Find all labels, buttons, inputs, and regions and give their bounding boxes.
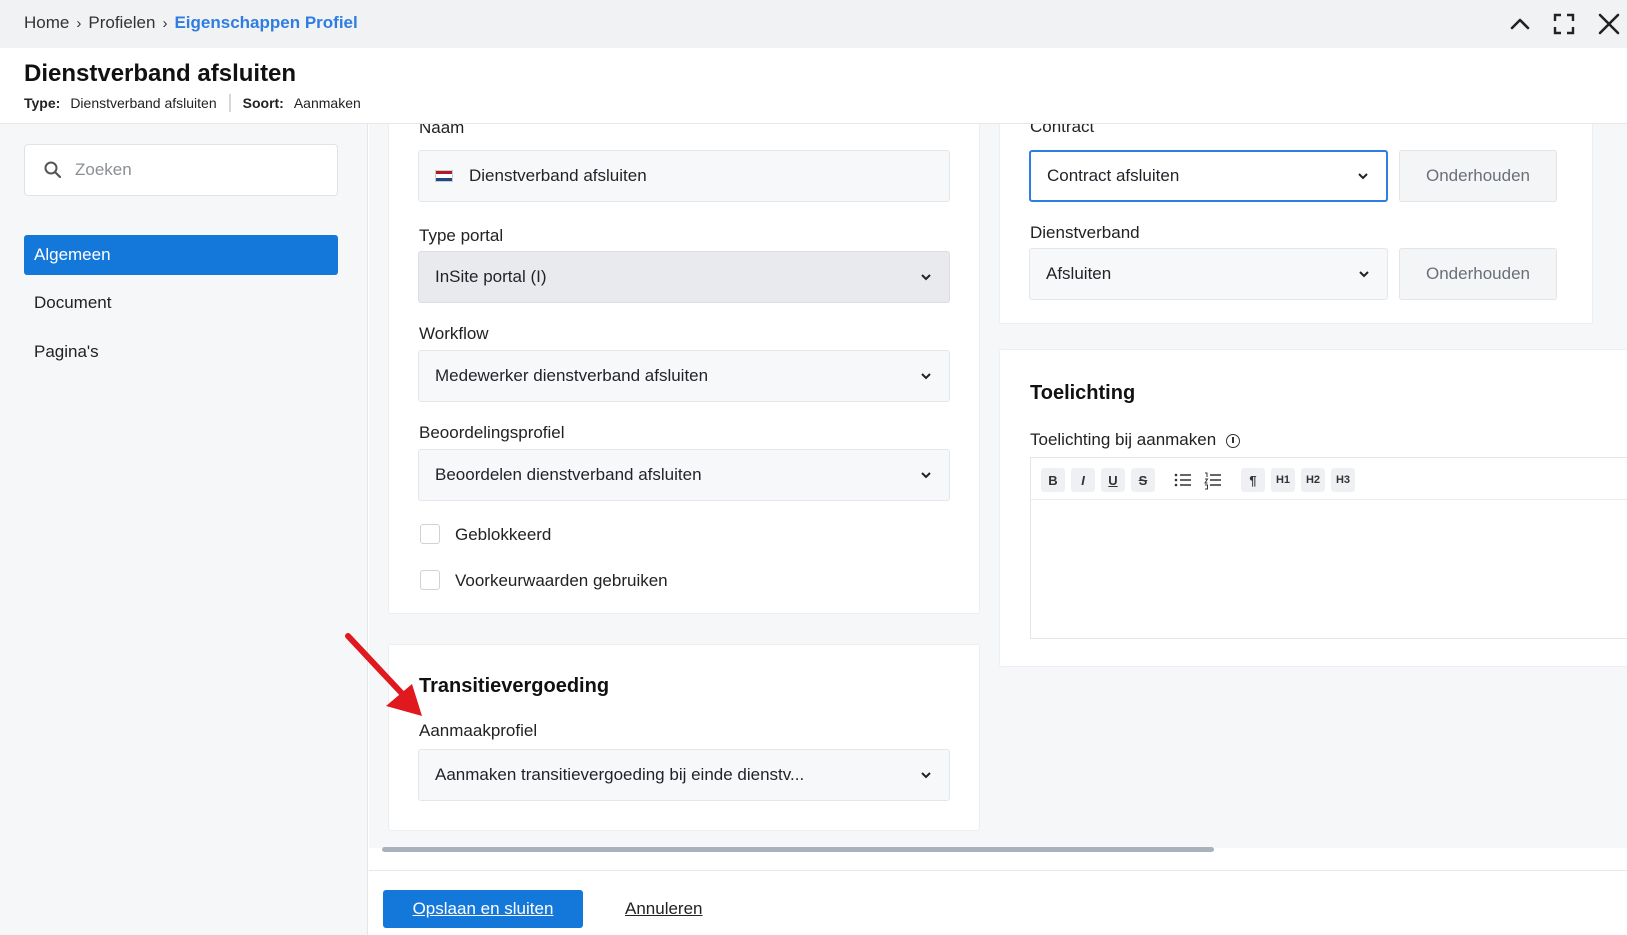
chevron-down-icon <box>921 373 931 380</box>
breadcrumb-separator: › <box>162 14 168 32</box>
aanmaakprofiel-label: Aanmaakprofiel <box>419 721 538 740</box>
dienstverband-select[interactable]: Afsluiten <box>1029 248 1388 300</box>
soort-label: Soort: <box>242 95 284 111</box>
workflow-select[interactable]: Medewerker dienstverband afsluiten <box>418 350 950 402</box>
info-icon[interactable] <box>1226 433 1241 448</box>
breadcrumb-profielen[interactable]: Profielen <box>88 13 155 33</box>
type-portal-label: Type portal <box>419 226 504 245</box>
naam-value: Dienstverband afsluiten <box>469 166 647 185</box>
dienstverband-value: Afsluiten <box>1046 264 1112 283</box>
type-value: Dienstverband afsluiten <box>70 95 217 111</box>
toelichting-title: Toelichting <box>1030 382 1136 404</box>
meta-divider <box>228 94 231 112</box>
footer: Opslaan en sluiten Annuleren <box>369 870 1627 935</box>
toelichting-field-label: Toelichting bij aanmaken <box>1030 430 1241 450</box>
breadcrumb-current: Eigenschappen Profiel <box>174 13 358 32</box>
beoordelingsprofiel-select[interactable]: Beoordelen dienstverband afsluiten <box>418 449 950 501</box>
page-meta: Type: Dienstverband afsluiten Soort: Aan… <box>24 94 361 112</box>
aanmaakprofiel-value: Aanmaken transitievergoeding bij einde d… <box>435 765 805 784</box>
sidebar: Algemeen Document Pagina's <box>0 124 368 935</box>
breadcrumb-separator: › <box>76 14 82 32</box>
aanmaakprofiel-select[interactable]: Aanmaken transitievergoeding bij einde d… <box>418 749 950 801</box>
search-icon <box>44 161 62 179</box>
expand-icon[interactable] <box>1550 10 1578 38</box>
type-label: Type: <box>24 95 61 111</box>
chevron-up-icon[interactable] <box>1506 10 1534 38</box>
chevron-down-icon <box>921 772 931 779</box>
contract-select[interactable]: Contract afsluiten <box>1029 150 1388 202</box>
beoordelingsprofiel-label: Beoordelingsprofiel <box>419 423 565 442</box>
sidebar-item-algemeen[interactable]: Algemeen <box>24 235 338 275</box>
naam-field[interactable]: Dienstverband afsluiten <box>418 150 950 202</box>
breadcrumb: Home › Profielen › Eigenschappen Profiel <box>24 13 358 33</box>
annotation-arrow-icon <box>345 633 422 716</box>
page-title: Dienstverband afsluiten <box>24 60 297 87</box>
voorkeurwaarden-checkbox[interactable] <box>420 570 440 590</box>
type-portal-select[interactable]: InSite portal (I) <box>418 251 950 303</box>
dienstverband-label: Dienstverband <box>1030 223 1140 242</box>
heading1-button[interactable]: H1 <box>1271 468 1295 492</box>
page-header: Dienstverband afsluiten Type: Dienstverb… <box>0 48 1627 124</box>
editor-toolbar: B I U S ¶ H1 H2 H3 <box>1031 458 1627 500</box>
top-bar: Home › Profielen › Eigenschappen Profiel <box>0 0 1627 48</box>
voorkeurwaarden-label: Voorkeurwaarden gebruiken <box>455 571 668 590</box>
search-input[interactable] <box>75 160 305 180</box>
numbered-list-icon[interactable] <box>1201 468 1225 492</box>
bullet-list-icon[interactable] <box>1171 468 1195 492</box>
sidebar-item-document[interactable]: Document <box>24 283 338 323</box>
heading3-button[interactable]: H3 <box>1331 468 1355 492</box>
paragraph-button[interactable]: ¶ <box>1241 468 1265 492</box>
transitievergoeding-title: Transitievergoeding <box>419 675 610 697</box>
cancel-button[interactable]: Annuleren <box>625 899 703 919</box>
contract-onderhouden-button[interactable]: Onderhouden <box>1399 150 1557 202</box>
italic-button[interactable]: I <box>1071 468 1095 492</box>
bold-button[interactable]: B <box>1041 468 1065 492</box>
contract-value: Contract afsluiten <box>1047 166 1180 185</box>
save-and-close-button[interactable]: Opslaan en sluiten <box>383 890 583 928</box>
chevron-down-icon <box>921 472 931 479</box>
geblokkeerd-label: Geblokkeerd <box>455 525 552 544</box>
toelichting-field-label-text: Toelichting bij aanmaken <box>1030 430 1217 449</box>
contract-label: Contract <box>1030 124 1095 136</box>
type-portal-value: InSite portal (I) <box>435 267 547 286</box>
dutch-flag-icon <box>435 170 453 182</box>
chevron-down-icon <box>1359 271 1369 278</box>
close-icon[interactable] <box>1595 10 1623 38</box>
strikethrough-button[interactable]: S <box>1131 468 1155 492</box>
heading2-button[interactable]: H2 <box>1301 468 1325 492</box>
chevron-down-icon <box>1358 173 1368 180</box>
workflow-label: Workflow <box>419 324 489 343</box>
beoordelingsprofiel-value: Beoordelen dienstverband afsluiten <box>435 465 702 484</box>
underline-button[interactable]: U <box>1101 468 1125 492</box>
chevron-down-icon <box>921 274 931 281</box>
rich-text-editor[interactable]: B I U S ¶ H1 H2 H3 <box>1030 457 1627 639</box>
horizontal-scrollbar[interactable] <box>382 847 1214 852</box>
geblokkeerd-checkbox[interactable] <box>420 524 440 544</box>
search-box[interactable] <box>24 144 338 196</box>
soort-value: Aanmaken <box>293 95 361 111</box>
breadcrumb-home[interactable]: Home <box>24 13 69 33</box>
dienstverband-onderhouden-button[interactable]: Onderhouden <box>1399 248 1557 300</box>
sidebar-item-paginas[interactable]: Pagina's <box>24 332 338 372</box>
naam-label: Naam <box>419 124 465 137</box>
workflow-value: Medewerker dienstverband afsluiten <box>435 366 709 385</box>
